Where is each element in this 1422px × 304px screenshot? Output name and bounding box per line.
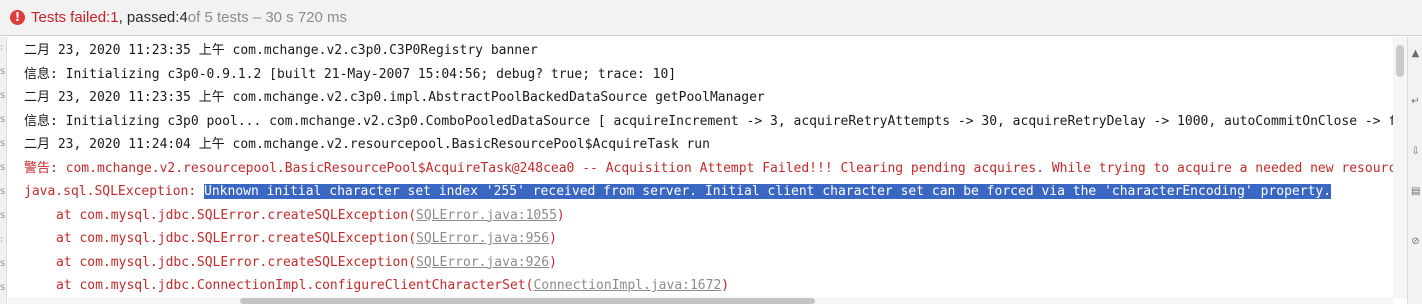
gutter-mark: s <box>0 186 6 197</box>
gutter-mark: s <box>0 162 6 173</box>
print-icon[interactable]: ▤ <box>1411 187 1420 197</box>
stack-frame-close: ) <box>556 207 565 223</box>
test-status-bar: ! Tests failed: 1 , passed: 4 of 5 tests… <box>0 0 1422 36</box>
stack-frame-close: ) <box>549 231 557 246</box>
gutter-mark: s <box>0 258 6 269</box>
exception-type: java.sql.SQLException: <box>24 184 205 199</box>
scroll-up-icon[interactable]: ▲ <box>1411 49 1420 59</box>
stack-frame-close: ) <box>549 254 557 270</box>
log-line: 信息: Initializing c3p0 pool... com.mchang… <box>24 113 1393 129</box>
stack-frame: at com.mysql.jdbc.SQLError.createSQLExce… <box>8 204 1393 228</box>
log-line: 信息: Initializing c3p0-0.9.1.2 [built 21-… <box>24 66 677 82</box>
gutter-mark: : <box>0 234 4 245</box>
gutter-mark: s <box>0 282 6 293</box>
log-line: 二月 23, 2020 11:24:04 上午 com.mchange.v2.r… <box>24 137 710 152</box>
gutter-mark: s <box>0 114 6 125</box>
gutter-mark: s <box>0 90 6 101</box>
source-link[interactable]: ConnectionImpl.java:1672 <box>533 278 721 293</box>
passed-count: 4 <box>179 9 188 26</box>
log-line: 二月 23, 2020 11:23:35 上午 com.mchange.v2.c… <box>24 43 538 58</box>
exception-line: java.sql.SQLException: Unknown initial c… <box>8 180 1393 204</box>
failed-label: Tests failed: <box>31 9 111 26</box>
stack-frame-text: at com.mysql.jdbc.ConnectionImpl.configu… <box>56 278 534 293</box>
log-line-warning: 警告: com.mchange.v2.resourcepool.BasicRes… <box>24 160 1393 176</box>
console-toolstrip: ▲ ↵ ⇩ ▤ ⊘ <box>1407 37 1422 304</box>
source-link[interactable]: SQLError.java:956 <box>416 231 549 246</box>
gutter-mark: s <box>0 138 6 149</box>
stack-frame-text: at com.mysql.jdbc.SQLError.createSQLExce… <box>56 207 417 223</box>
clear-icon[interactable]: ⊘ <box>1411 237 1420 247</box>
stack-frame: at com.mysql.jdbc.ConnectionImpl.configu… <box>8 274 1393 298</box>
stack-frame-close: ) <box>721 278 730 293</box>
soft-wrap-icon[interactable]: ↵ <box>1411 97 1420 107</box>
gutter-mark: s <box>0 210 6 221</box>
console-output[interactable]: 二月 23, 2020 11:23:35 上午 com.mchange.v2.c… <box>8 37 1393 299</box>
vertical-scrollbar[interactable] <box>1393 37 1407 299</box>
total-tests-duration: of 5 tests – 30 s 720 ms <box>187 9 348 26</box>
failed-count: 1 <box>110 9 119 26</box>
scroll-to-end-icon[interactable]: ⇩ <box>1411 147 1420 157</box>
source-link[interactable]: SQLError.java:926 <box>416 255 549 270</box>
passed-label: , passed: <box>118 9 180 26</box>
source-link[interactable]: SQLError.java:1055 <box>416 208 557 223</box>
exception-message-selected[interactable]: Unknown initial character set index '255… <box>204 184 1332 199</box>
gutter-mark: s <box>0 66 6 77</box>
log-line: 二月 23, 2020 11:23:35 上午 com.mchange.v2.c… <box>24 90 765 105</box>
stack-frame-text: at com.mysql.jdbc.SQLError.createSQLExce… <box>56 254 417 270</box>
horizontal-scroll-thumb[interactable] <box>240 298 815 304</box>
stack-frame: at com.mysql.jdbc.SQLError.createSQLExce… <box>8 227 1393 251</box>
horizontal-scrollbar[interactable] <box>8 297 1393 304</box>
vertical-scroll-thumb[interactable] <box>1396 45 1404 77</box>
gutter-mark: : <box>0 42 4 53</box>
stack-frame: at com.mysql.jdbc.SQLError.createSQLExce… <box>8 251 1393 275</box>
stack-frame-text: at com.mysql.jdbc.SQLError.createSQLExce… <box>56 231 417 246</box>
left-gutter: : s s s s s s s : s s <box>0 37 7 304</box>
error-circle-icon: ! <box>10 10 25 25</box>
